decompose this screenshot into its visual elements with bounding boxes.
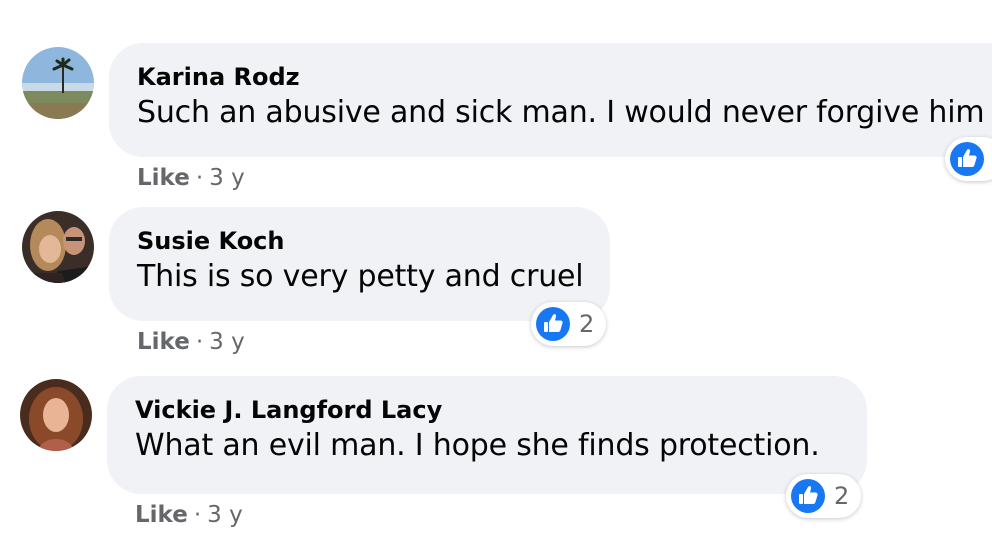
reaction-count: 2	[579, 310, 595, 338]
comment-author[interactable]: Karina Rodz	[137, 61, 992, 93]
like-link[interactable]: Like	[135, 502, 188, 528]
comment-text: Such an abusive and sick man. I would ne…	[137, 95, 985, 130]
comment-bubble: Vickie J. Langford Lacy What an evil man…	[107, 376, 867, 494]
reaction-badge[interactable]	[945, 137, 992, 181]
reaction-badge[interactable]: 2	[531, 302, 606, 346]
profile-photo-beach	[22, 47, 94, 119]
profile-photo-couple	[22, 211, 94, 283]
comment-actions: Like · 3 y	[137, 329, 245, 355]
like-link[interactable]: Like	[137, 165, 190, 191]
comment-text: What an evil man. I hope she finds prote…	[135, 428, 820, 463]
comment-actions: Like · 3 y	[137, 165, 245, 191]
separator-dot: ·	[193, 502, 202, 528]
comment-bubble: Karina Rodz Such an abusive and sick man…	[109, 43, 992, 157]
comment-text: This is so very petty and cruel	[137, 259, 584, 294]
like-thumbs-up-icon	[791, 479, 825, 513]
profile-photo-woman	[20, 379, 92, 451]
like-thumbs-up-icon	[536, 307, 570, 341]
reaction-count: 2	[834, 482, 850, 510]
avatar[interactable]	[22, 47, 94, 119]
reaction-badge[interactable]: 2	[786, 474, 861, 518]
comment-actions: Like · 3 y	[135, 502, 243, 528]
comment-bubble: Susie Koch This is so very petty and cru…	[109, 207, 610, 321]
like-link[interactable]: Like	[137, 329, 190, 355]
comment-age[interactable]: 3 y	[207, 502, 243, 528]
comment-thread: Karina Rodz Such an abusive and sick man…	[0, 0, 992, 560]
comment-author[interactable]: Vickie J. Langford Lacy	[135, 394, 839, 426]
separator-dot: ·	[195, 329, 204, 355]
like-thumbs-up-icon	[950, 142, 984, 176]
comment-age[interactable]: 3 y	[209, 165, 245, 191]
comment-author[interactable]: Susie Koch	[137, 225, 582, 257]
avatar[interactable]	[20, 379, 92, 451]
avatar[interactable]	[22, 211, 94, 283]
separator-dot: ·	[195, 165, 204, 191]
comment-age[interactable]: 3 y	[209, 329, 245, 355]
